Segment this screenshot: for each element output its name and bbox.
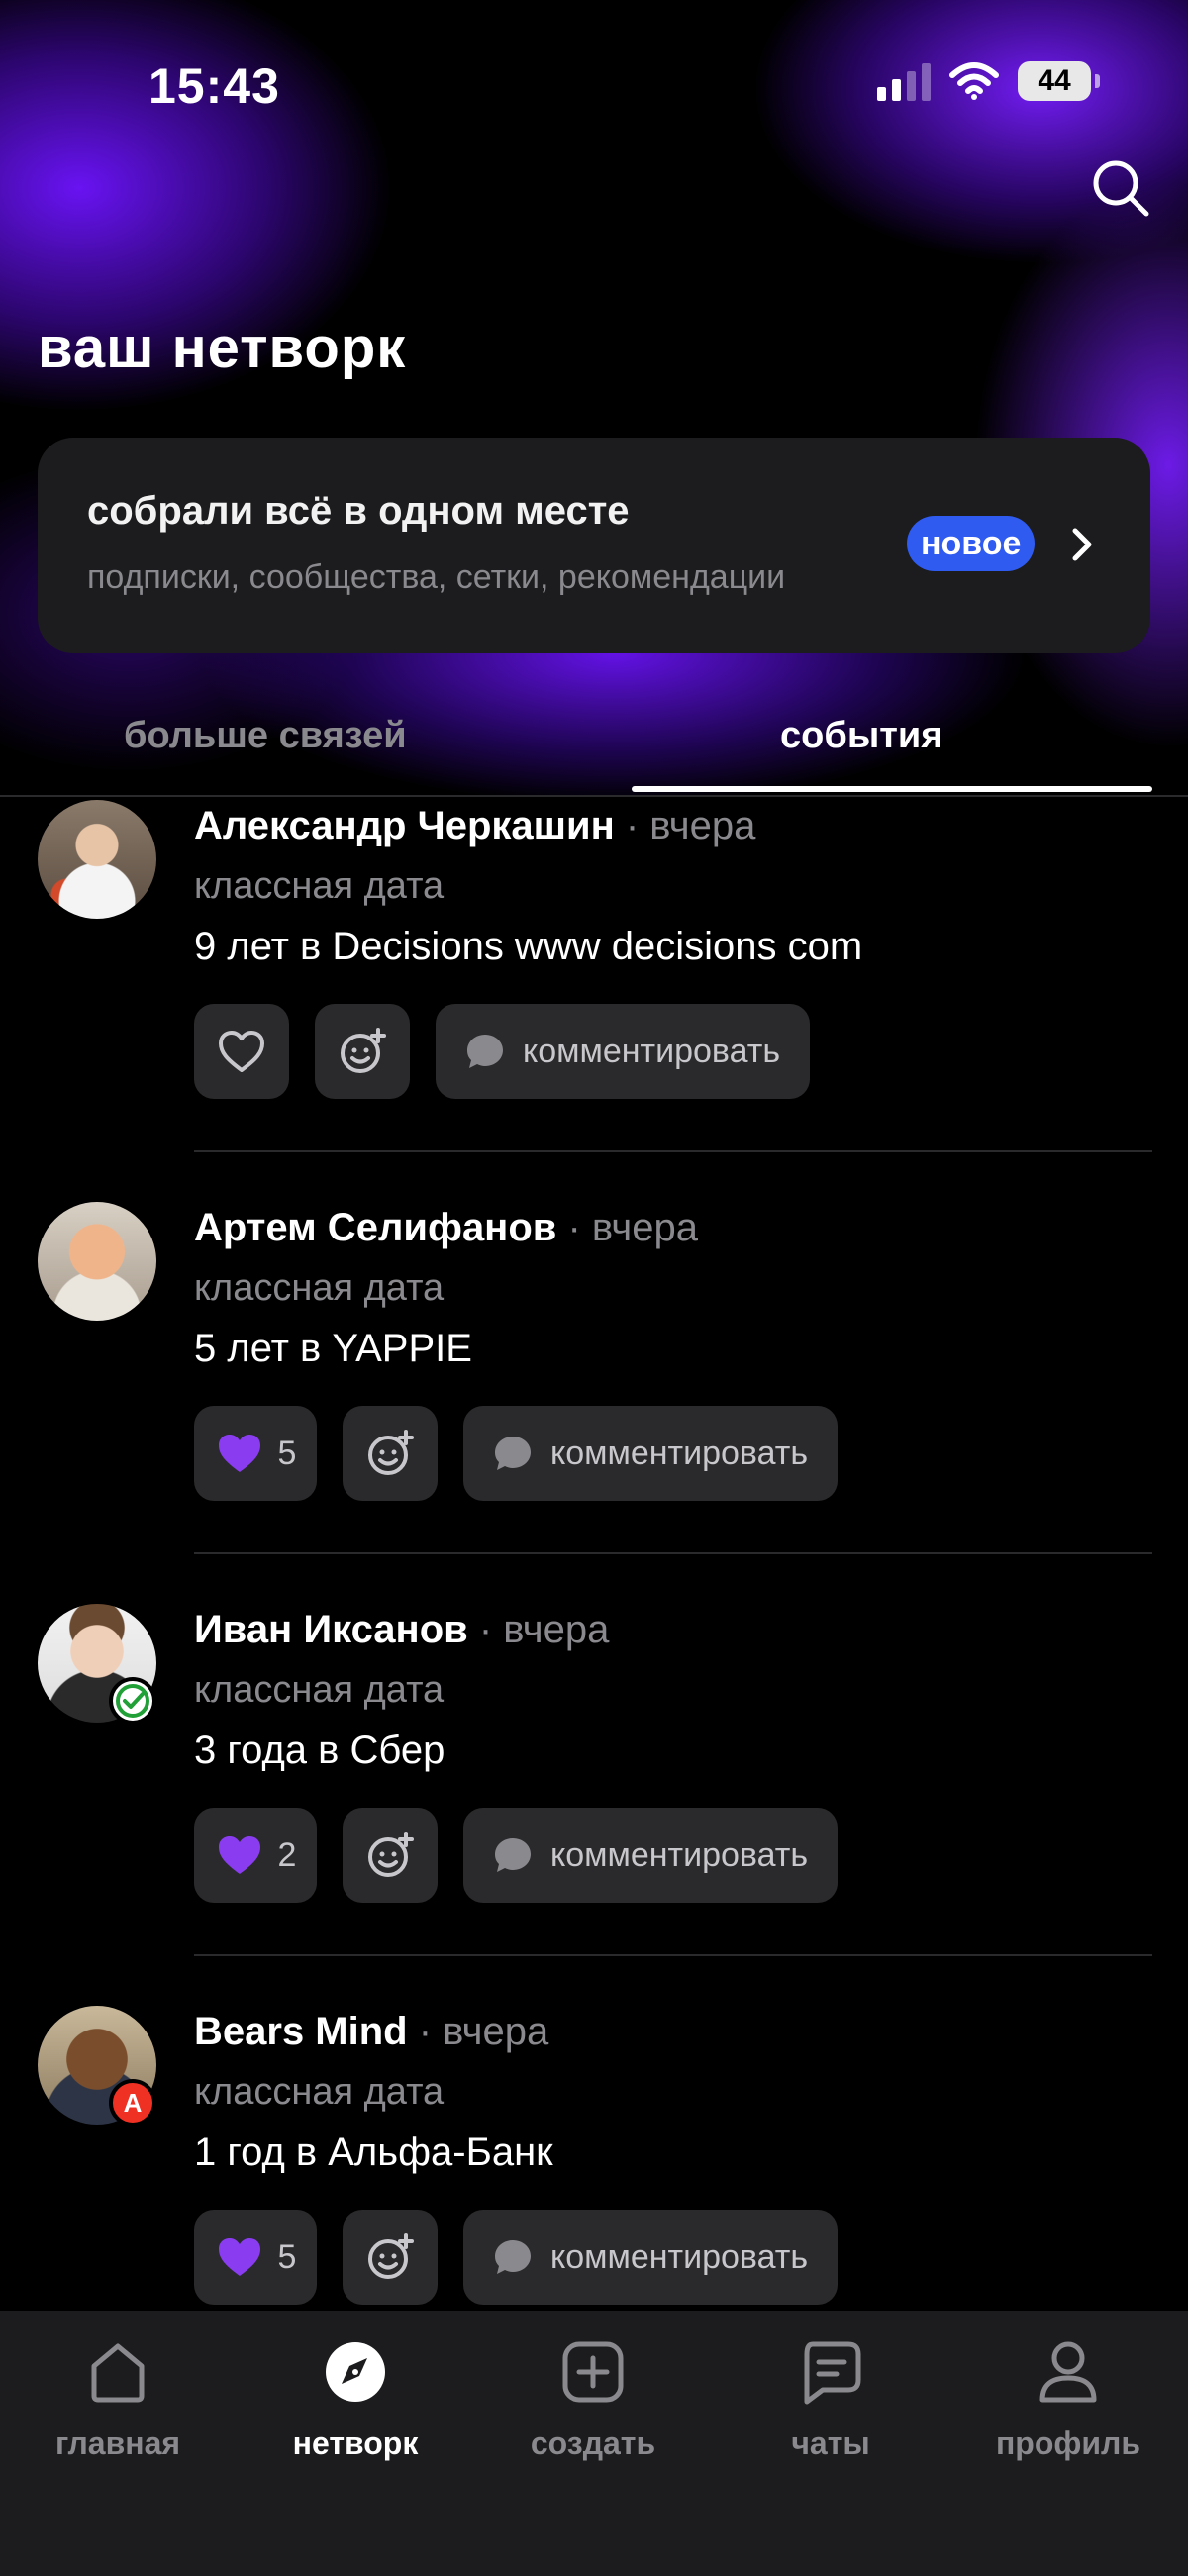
battery-icon: 44 <box>1018 61 1100 101</box>
smiley-plus-icon <box>368 1832 414 1877</box>
purple-heart-icon <box>218 1435 260 1472</box>
heart-outline-icon <box>219 1031 264 1072</box>
feed-item: Александр Черкашин · вчера классная дата… <box>0 776 1188 1178</box>
sber-badge-icon <box>109 1677 156 1725</box>
feed-item: Артем Селифанов · вчера классная дата 5 … <box>0 1178 1188 1580</box>
alfa-badge-letter: А <box>123 2087 143 2118</box>
nav-label: нетворк <box>292 2426 419 2461</box>
feed-item: Иван Иксанов · вчера классная дата 3 год… <box>0 1580 1188 1982</box>
comment-button[interactable]: комментировать <box>463 2210 838 2305</box>
post-header: Иван Иксанов · вчера <box>194 1608 609 1652</box>
comment-button[interactable]: комментировать <box>463 1406 838 1501</box>
post-text: 3 года в Сбер <box>194 1729 446 1772</box>
comment-label: комментировать <box>549 1835 809 1874</box>
post-header: Bears Mind · вчера <box>194 2010 548 2054</box>
post-text: 5 лет в YAPPIE <box>194 1327 472 1370</box>
like-count: 5 <box>277 1434 297 1472</box>
banner-subtitle: подписки, сообщества, сетки, рекомендаци… <box>87 558 786 596</box>
status-time: 15:43 <box>148 58 280 114</box>
post-divider <box>194 1150 1152 1152</box>
status-icons: 44 <box>877 61 1100 101</box>
nav-label: профиль <box>995 2426 1141 2461</box>
plus-square-icon <box>562 2341 624 2403</box>
comment-icon <box>494 2240 531 2274</box>
post-time: · вчера <box>567 1206 698 1249</box>
comment-label: комментировать <box>522 1032 781 1070</box>
comment-label: комментировать <box>549 2237 809 2276</box>
like-button[interactable] <box>194 1004 289 1099</box>
nav-network[interactable]: нетворк <box>247 2336 464 2462</box>
post-header: Александр Черкашин · вчера <box>194 804 755 848</box>
signal-icon <box>877 61 931 101</box>
comment-label: комментировать <box>549 1434 809 1472</box>
post-subtitle: классная дата <box>194 865 445 907</box>
avatar[interactable] <box>38 800 156 919</box>
react-button[interactable] <box>343 1406 438 1501</box>
purple-heart-icon <box>218 2238 260 2276</box>
react-button[interactable] <box>343 1808 438 1903</box>
nav-label: главная <box>54 2426 181 2461</box>
alfa-badge-icon: А <box>109 2079 156 2127</box>
post-time: · вчера <box>418 2010 549 2053</box>
wifi-icon <box>949 62 999 100</box>
author-name[interactable]: Bears Mind <box>194 2010 408 2053</box>
nav-home[interactable]: главная <box>9 2336 227 2462</box>
comment-button[interactable]: комментировать <box>436 1004 810 1099</box>
react-button[interactable] <box>343 2210 438 2305</box>
like-button[interactable]: 5 <box>194 2210 317 2305</box>
post-header: Артем Селифанов · вчера <box>194 1206 698 1250</box>
battery-level: 44 <box>1038 64 1071 97</box>
nav-label: создать <box>530 2426 656 2461</box>
post-subtitle: классная дата <box>194 2071 445 2113</box>
nav-label: чаты <box>791 2426 870 2461</box>
smiley-plus-icon <box>368 1430 414 1475</box>
chevron-right-icon <box>1072 528 1092 561</box>
header-background <box>0 0 1188 797</box>
tab-more-connections[interactable]: больше связей <box>124 715 407 757</box>
post-divider <box>194 1954 1152 1956</box>
post-time: · вчера <box>478 1608 610 1651</box>
avatar[interactable] <box>38 1202 156 1321</box>
like-count: 5 <box>277 2237 297 2276</box>
nav-create[interactable]: создать <box>484 2336 702 2462</box>
tab-events[interactable]: события <box>780 715 942 757</box>
comment-button[interactable]: комментировать <box>463 1808 838 1903</box>
search-icon[interactable] <box>1089 156 1152 220</box>
post-subtitle: классная дата <box>194 1669 445 1711</box>
author-name[interactable]: Александр Черкашин <box>194 804 615 847</box>
profile-icon <box>1040 2341 1097 2403</box>
compass-icon <box>326 2342 385 2402</box>
chat-icon <box>804 2341 861 2405</box>
bottom-navigation: главная нетворк создать чаты профиль <box>0 2311 1188 2576</box>
page-title: ваш нетворк <box>38 316 407 380</box>
post-text: 1 год в Альфа-Банк <box>194 2130 553 2174</box>
purple-heart-icon <box>218 1836 260 1874</box>
comment-icon <box>494 1838 531 1872</box>
like-button[interactable]: 5 <box>194 1406 317 1501</box>
nav-chats[interactable]: чаты <box>722 2336 940 2462</box>
comment-icon <box>494 1437 531 1470</box>
post-subtitle: классная дата <box>194 1267 445 1309</box>
banner-title: собрали всё в одном месте <box>87 489 630 533</box>
like-button[interactable]: 2 <box>194 1808 317 1903</box>
author-name[interactable]: Артем Селифанов <box>194 1206 556 1249</box>
network-banner[interactable]: собрали всё в одном месте подписки, сооб… <box>38 438 1150 653</box>
post-text: 9 лет в Decisions www decisions com <box>194 925 863 968</box>
post-time: · вчера <box>625 804 756 847</box>
nav-profile[interactable]: профиль <box>959 2336 1177 2462</box>
like-count: 2 <box>277 1835 297 1874</box>
home-icon <box>91 2343 145 2403</box>
smiley-plus-icon <box>341 1028 386 1073</box>
post-divider <box>194 1552 1152 1554</box>
author-name[interactable]: Иван Иксанов <box>194 1608 468 1651</box>
react-button[interactable] <box>315 1004 410 1099</box>
new-badge: новое <box>907 516 1036 571</box>
smiley-plus-icon <box>368 2233 414 2279</box>
comment-icon <box>466 1035 503 1068</box>
